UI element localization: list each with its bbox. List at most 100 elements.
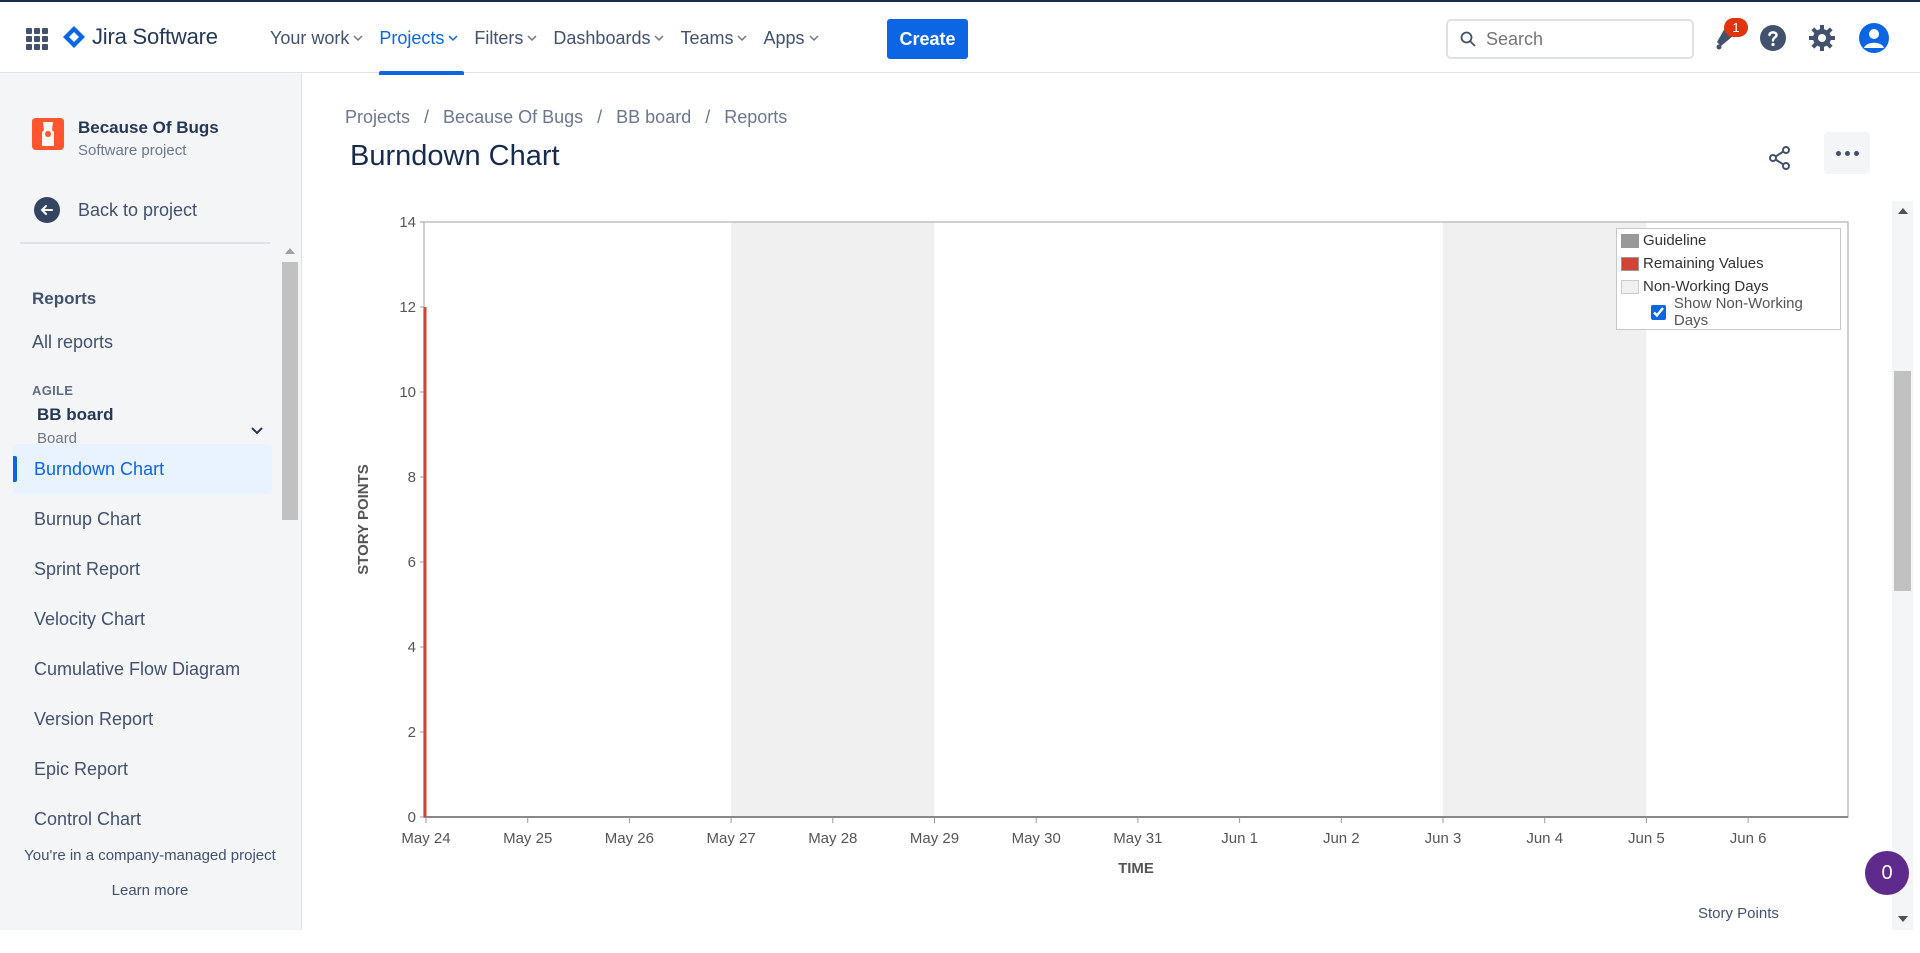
x-tick-label: May 31 — [1113, 830, 1162, 847]
board-name: BB board — [37, 405, 114, 424]
breadcrumb-board[interactable]: BB board — [616, 107, 691, 128]
scroll-up-arrow-icon[interactable] — [285, 248, 295, 254]
show-non-working-checkbox[interactable] — [1651, 304, 1666, 320]
y-tick-label: 10 — [399, 384, 416, 401]
all-reports-link[interactable]: All reports — [32, 332, 113, 353]
apps-grid-icon[interactable] — [26, 28, 48, 50]
nav-dashboards[interactable]: Dashboards — [545, 2, 672, 74]
y-tick-label: 14 — [399, 214, 416, 231]
x-tick-label: Jun 1 — [1221, 830, 1258, 847]
reports-section-title: Reports — [32, 289, 97, 308]
more-dot-icon — [1853, 150, 1859, 156]
chevron-down-icon — [353, 35, 363, 42]
chat-bubble-button[interactable]: 0 — [1865, 851, 1909, 895]
x-tick-label: Jun 5 — [1628, 830, 1665, 847]
chevron-down-icon — [808, 35, 819, 42]
y-tick-label: 12 — [399, 299, 416, 316]
sidebar-item-label: Burnup Chart — [34, 508, 142, 529]
sidebar-item-velocity-chart[interactable]: Velocity Chart — [13, 594, 272, 644]
agile-section-label: AGILE — [32, 383, 74, 398]
notification-badge: 1 — [1724, 18, 1748, 37]
breadcrumb-separator: / — [424, 107, 430, 127]
nav-teams[interactable]: Teams — [672, 2, 755, 74]
x-tick-label: May 24 — [401, 830, 450, 847]
nav-teams-label: Teams — [680, 27, 734, 48]
page-title: Burndown Chart — [350, 140, 560, 172]
main-scroll-thumb[interactable] — [1894, 371, 1911, 591]
nav-filters[interactable]: Filters — [466, 2, 545, 74]
sidebar-item-cumulative-flow[interactable]: Cumulative Flow Diagram — [13, 644, 272, 694]
chevron-down-icon — [251, 427, 263, 435]
x-axis-title: TIME — [1118, 860, 1154, 877]
breadcrumb-project[interactable]: Because Of Bugs — [443, 107, 583, 128]
legend-remaining: Remaining Values — [1617, 252, 1840, 275]
create-button[interactable]: Create — [887, 19, 968, 59]
sidebar-item-label: Cumulative Flow Diagram — [34, 658, 241, 679]
back-arrow-icon — [34, 197, 60, 223]
y-tick-label: 6 — [408, 554, 416, 571]
nav-your-work[interactable]: Your work — [262, 2, 371, 74]
x-tick-label: May 25 — [503, 830, 552, 847]
project-name: Because Of Bugs — [78, 118, 219, 137]
search-box[interactable] — [1446, 19, 1694, 59]
legend-guideline: Guideline — [1617, 229, 1840, 252]
breadcrumb-reports[interactable]: Reports — [724, 107, 787, 128]
more-dot-icon — [1835, 150, 1841, 156]
sidebar-scroll-area: Reports All reports AGILE BB board Board… — [0, 244, 282, 844]
scroll-up-arrow-icon[interactable] — [1898, 208, 1908, 214]
chevron-down-icon — [527, 35, 537, 42]
chevron-down-icon — [448, 35, 458, 42]
sidebar-item-version-report[interactable]: Version Report — [13, 694, 272, 744]
search-input[interactable] — [1486, 28, 1676, 50]
breadcrumb: Projects / Because Of Bugs / BB board / … — [345, 107, 787, 128]
settings-icon[interactable] — [1808, 24, 1836, 52]
profile-icon[interactable] — [1859, 23, 1889, 53]
non-working-band — [731, 222, 935, 817]
project-avatar — [32, 118, 64, 150]
nav-filters-label: Filters — [474, 27, 524, 48]
x-tick-label: May 27 — [706, 830, 755, 847]
y-tick-label: 2 — [408, 724, 416, 741]
sidebar-item-label: Control Chart — [34, 808, 142, 829]
legend-swatch-guideline — [1621, 233, 1639, 248]
sidebar-item-burndown-chart[interactable]: Burndown Chart — [13, 444, 272, 494]
share-icon — [1769, 146, 1790, 170]
nav-apps[interactable]: Apps — [755, 2, 826, 74]
project-avatar-icon — [32, 118, 64, 150]
x-tick-label: May 29 — [910, 830, 959, 847]
scroll-down-arrow-icon[interactable] — [1898, 916, 1908, 922]
help-icon[interactable] — [1759, 24, 1787, 52]
show-non-working-toggle[interactable]: Show Non-Working Days — [1617, 295, 1840, 329]
nav-projects[interactable]: Projects — [371, 2, 466, 75]
sidebar-item-label: Version Report — [34, 708, 154, 729]
x-tick-label: Jun 6 — [1730, 830, 1767, 847]
y-tick-label: 4 — [408, 639, 416, 656]
sidebar-item-epic-report[interactable]: Epic Report — [13, 744, 272, 794]
learn-more-link[interactable]: Learn more — [0, 882, 300, 899]
more-options-button[interactable] — [1824, 132, 1870, 174]
x-tick-label: May 28 — [808, 830, 857, 847]
main-content: Projects / Because Of Bugs / BB board / … — [303, 73, 1920, 930]
legend-remaining-label: Remaining Values — [1643, 255, 1764, 272]
y-tick-label: 8 — [408, 469, 416, 486]
sidebar-item-sprint-report[interactable]: Sprint Report — [13, 544, 272, 594]
breadcrumb-projects[interactable]: Projects — [345, 107, 410, 128]
sidebar-item-control-chart[interactable]: Control Chart — [13, 794, 272, 844]
x-tick-label: Jun 3 — [1425, 830, 1462, 847]
project-header[interactable]: Because Of Bugs Software project — [32, 118, 219, 159]
sidebar-scrollbar[interactable] — [281, 244, 298, 844]
sidebar-item-burnup-chart[interactable]: Burnup Chart — [13, 494, 272, 544]
main-scrollbar[interactable] — [1892, 201, 1913, 930]
back-to-project-link[interactable]: Back to project — [34, 197, 197, 223]
legend-guideline-label: Guideline — [1643, 232, 1707, 249]
share-button[interactable] — [1758, 136, 1802, 180]
sidebar-scroll-thumb[interactable] — [282, 262, 298, 520]
x-tick-label: May 26 — [605, 830, 654, 847]
report-nav-list: Burndown Chart Burnup Chart Sprint Repor… — [13, 444, 272, 844]
company-managed-message: You're in a company-managed project — [24, 847, 276, 864]
legend-non-working-label: Non-Working Days — [1643, 278, 1769, 295]
jira-logo[interactable]: Jira Software — [62, 24, 218, 50]
logo-text: Jira Software — [92, 24, 218, 49]
nav-your-work-label: Your work — [270, 27, 350, 48]
back-to-project-label: Back to project — [78, 199, 198, 220]
